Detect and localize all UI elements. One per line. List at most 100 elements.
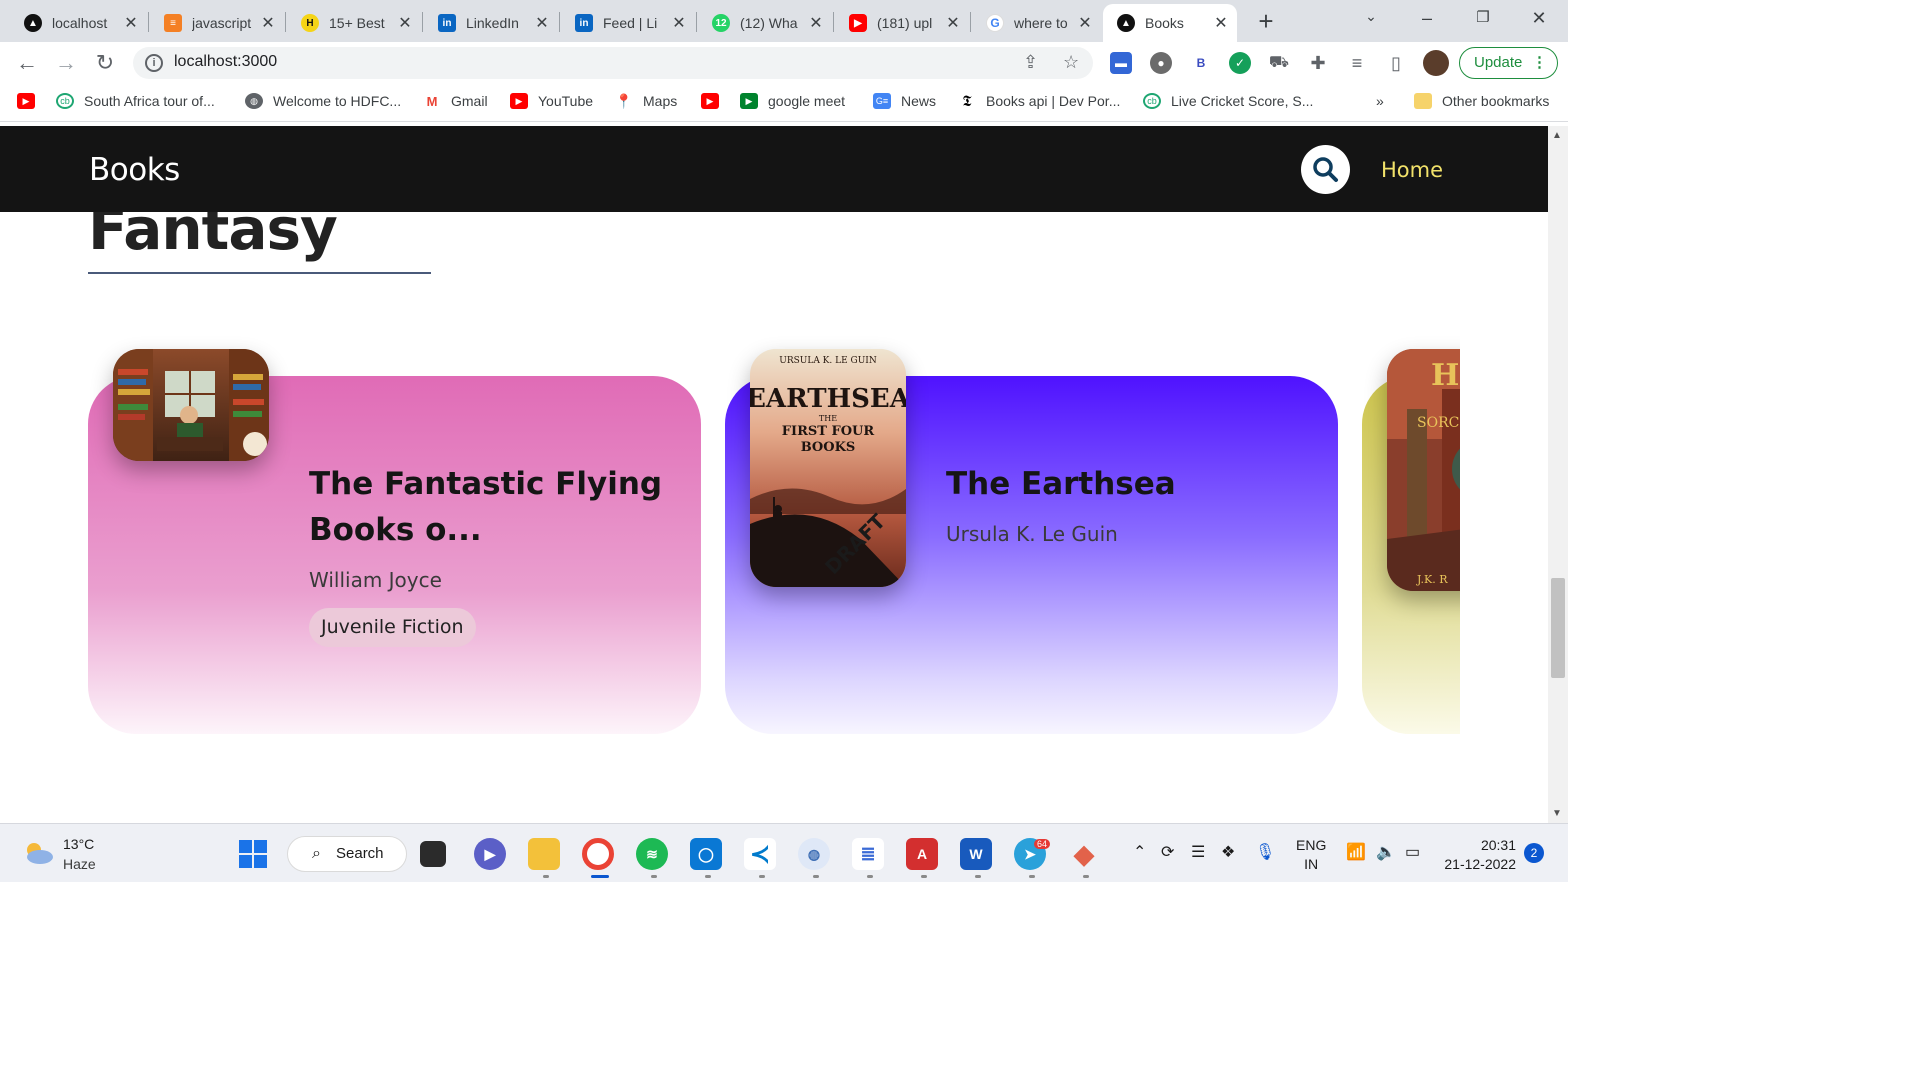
- close-icon[interactable]: ✕: [1077, 13, 1093, 33]
- bookmark-item[interactable]: ▶: [701, 93, 729, 109]
- extension-circle-icon[interactable]: ●: [1150, 52, 1172, 74]
- bookmark-item[interactable]: cb South Africa tour of...: [56, 93, 215, 109]
- maps-pin-icon: 📍: [615, 92, 633, 109]
- genre-tag[interactable]: Juvenile Fiction: [309, 608, 476, 647]
- browser-tab[interactable]: H 15+ Best ✕: [287, 4, 421, 42]
- forward-button[interactable]: →: [53, 50, 79, 76]
- notification-icon[interactable]: ☰: [1191, 842, 1205, 862]
- browser-tab[interactable]: in LinkedIn ✕: [424, 4, 558, 42]
- notification-count-badge[interactable]: 2: [1524, 843, 1544, 863]
- book-title[interactable]: The Fantastic Flying Books o...: [309, 461, 662, 553]
- weather-temperature[interactable]: 13°C: [63, 836, 94, 852]
- other-bookmarks-folder[interactable]: Other bookmarks: [1414, 93, 1549, 109]
- book-cover-image[interactable]: [113, 349, 269, 461]
- new-tab-button[interactable]: +: [1253, 8, 1279, 34]
- volume-icon[interactable]: 🔈: [1376, 842, 1396, 862]
- browser-tab[interactable]: ≡ javascript ✕: [150, 4, 284, 42]
- bookmark-item[interactable]: ▶ YouTube: [510, 93, 593, 109]
- minimize-button[interactable]: –: [1412, 8, 1442, 29]
- wifi-icon[interactable]: 📶: [1346, 842, 1366, 862]
- bookmarks-overflow-button[interactable]: »: [1376, 93, 1384, 109]
- microphone-icon[interactable]: 🎙: [1255, 842, 1275, 862]
- meet-icon: ▶: [740, 93, 758, 109]
- reload-button[interactable]: ↻: [92, 50, 118, 76]
- side-panel-icon[interactable]: ▯: [1385, 52, 1407, 74]
- grammarly-icon[interactable]: ✓: [1229, 52, 1251, 74]
- restore-button[interactable]: ❐: [1468, 8, 1498, 26]
- scroll-up-arrow-icon[interactable]: ▲: [1552, 130, 1562, 141]
- close-icon[interactable]: ✕: [945, 13, 961, 33]
- scroll-down-arrow-icon[interactable]: ▼: [1552, 808, 1562, 819]
- svg-text:J.K. R: J.K. R: [1416, 573, 1448, 586]
- tray-chevron-up-icon[interactable]: ⌃: [1133, 842, 1146, 862]
- dropbox-icon[interactable]: ❖: [1221, 842, 1235, 862]
- url-text[interactable]: localhost:3000: [174, 53, 277, 71]
- store-icon[interactable]: ◯: [690, 838, 722, 870]
- bookmark-item[interactable]: ◍ Welcome to HDFC...: [245, 93, 401, 109]
- app-globe-icon[interactable]: ◍: [798, 838, 830, 870]
- git-kraken-icon[interactable]: ◆: [1068, 838, 1100, 870]
- tab-search-chevron-icon[interactable]: ⌄: [1356, 8, 1386, 25]
- nav-home-link[interactable]: Home: [1381, 158, 1443, 182]
- share-icon[interactable]: ⇪: [1023, 52, 1038, 73]
- notes-icon[interactable]: ≣: [852, 838, 884, 870]
- page-scrollbar[interactable]: ▲ ▼: [1548, 126, 1568, 823]
- address-bar[interactable]: i localhost:3000 ⇪ ☆: [133, 47, 1093, 79]
- cart-icon[interactable]: ⛟: [1268, 52, 1290, 74]
- svg-text:THE: THE: [819, 414, 837, 423]
- search-button[interactable]: [1301, 145, 1350, 194]
- update-button[interactable]: Update ⋮: [1459, 47, 1558, 79]
- vscode-icon[interactable]: ≺: [744, 838, 776, 870]
- extension-b-icon[interactable]: B: [1190, 52, 1212, 74]
- browser-tab[interactable]: in Feed | Li ✕: [561, 4, 695, 42]
- close-icon[interactable]: ✕: [808, 13, 824, 33]
- file-explorer-icon[interactable]: [528, 838, 560, 870]
- weather-haze-icon[interactable]: [22, 840, 54, 866]
- close-icon[interactable]: ✕: [534, 13, 550, 33]
- close-icon[interactable]: ✕: [671, 13, 687, 33]
- close-icon[interactable]: ✕: [1213, 13, 1229, 33]
- chrome-icon[interactable]: [582, 838, 614, 870]
- scrollbar-thumb[interactable]: [1551, 578, 1565, 678]
- brand-logo[interactable]: Books: [89, 152, 180, 188]
- system-clock[interactable]: 20:31 21-12-2022: [1444, 836, 1516, 874]
- taskbar-search[interactable]: ⌕ Search: [287, 836, 407, 872]
- bookmark-item[interactable]: 𝕿 Books api | Dev Por...: [958, 92, 1120, 110]
- battery-icon[interactable]: ▭: [1405, 842, 1420, 862]
- close-window-button[interactable]: ✕: [1524, 8, 1554, 29]
- browser-tab[interactable]: ▲ localhost ✕: [10, 4, 147, 42]
- bookmark-item[interactable]: M Gmail: [423, 93, 488, 109]
- word-icon[interactable]: W: [960, 838, 992, 870]
- windows-start-icon[interactable]: [237, 838, 269, 870]
- book-cover-image[interactable]: URSULA K. LE GUIN EARTHSEA THE FIRST FOU…: [750, 349, 906, 587]
- site-info-icon[interactable]: i: [145, 54, 163, 72]
- close-icon[interactable]: ✕: [260, 13, 276, 33]
- profile-avatar[interactable]: [1423, 50, 1449, 76]
- book-author: Ursula K. Le Guin: [946, 522, 1118, 546]
- book-title[interactable]: The Earthsea: [946, 461, 1176, 507]
- bookmark-item[interactable]: ▶ google meet: [740, 93, 845, 109]
- extension-icon[interactable]: ▬: [1110, 52, 1132, 74]
- browser-tab-active[interactable]: ▲ Books ✕: [1103, 4, 1237, 42]
- spotify-icon[interactable]: ≋: [636, 838, 668, 870]
- cricbuzz-icon: cb: [56, 93, 74, 109]
- task-view-icon[interactable]: [420, 841, 446, 867]
- weather-condition[interactable]: Haze: [63, 856, 96, 872]
- browser-tab[interactable]: 12 (12) Wha ✕: [698, 4, 832, 42]
- browser-tab[interactable]: G where to ✕: [972, 4, 1101, 42]
- close-icon[interactable]: ✕: [397, 13, 413, 33]
- bookmark-star-icon[interactable]: ☆: [1063, 52, 1079, 73]
- teams-chat-icon[interactable]: ▶: [474, 838, 506, 870]
- reading-list-icon[interactable]: ≡: [1346, 52, 1368, 74]
- sync-icon[interactable]: ⟳: [1161, 842, 1174, 862]
- back-button[interactable]: ←: [14, 50, 40, 76]
- bookmark-item[interactable]: 📍 Maps: [615, 93, 677, 109]
- browser-tab[interactable]: ▶ (181) upl ✕: [835, 4, 969, 42]
- pdf-reader-icon[interactable]: A: [906, 838, 938, 870]
- bookmark-item[interactable]: cb Live Cricket Score, S...: [1143, 93, 1313, 109]
- language-indicator[interactable]: ENG IN: [1296, 836, 1326, 874]
- extensions-puzzle-icon[interactable]: ✚: [1307, 52, 1329, 74]
- bookmark-item[interactable]: G≡ News: [873, 93, 936, 109]
- bookmark-item[interactable]: ▶: [17, 93, 45, 109]
- close-icon[interactable]: ✕: [123, 13, 139, 33]
